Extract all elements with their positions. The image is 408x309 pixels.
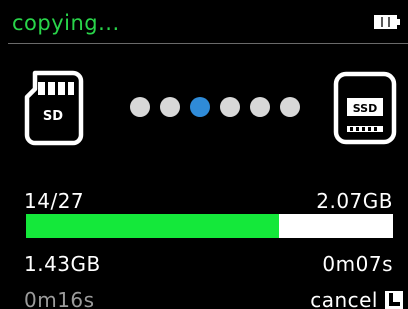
l-key-glyph-base <box>389 302 400 306</box>
activity-dot <box>280 97 300 117</box>
file-count: 14/27 <box>24 189 85 213</box>
battery-icon <box>374 15 400 29</box>
status-header: copying... <box>8 6 408 44</box>
l-key-icon[interactable] <box>385 291 403 309</box>
copy-progress-fill <box>26 214 280 238</box>
copy-progress-bar <box>26 214 393 238</box>
ssd-label: SSD <box>353 102 377 115</box>
activity-dot-active <box>190 97 210 117</box>
device-screen: copying... SD SSD 14/27 2.07GB 1.43GB 0m… <box>8 6 408 309</box>
cancel-label[interactable]: cancel <box>310 288 378 309</box>
status-title: copying... <box>12 11 120 35</box>
elapsed-time: 0m07s <box>322 252 393 276</box>
remaining-time: 0m16s <box>24 288 95 309</box>
header-divider <box>8 43 408 44</box>
activity-dot <box>160 97 180 117</box>
sd-label: SD <box>43 109 63 124</box>
total-size: 2.07GB <box>316 189 393 213</box>
activity-dot <box>220 97 240 117</box>
ssd-drive-icon: SSD <box>333 71 397 145</box>
sd-card-icon: SD <box>24 70 84 146</box>
activity-dot <box>130 97 150 117</box>
activity-dot <box>250 97 270 117</box>
transfer-activity-indicator <box>130 97 300 119</box>
copied-size: 1.43GB <box>24 252 101 276</box>
